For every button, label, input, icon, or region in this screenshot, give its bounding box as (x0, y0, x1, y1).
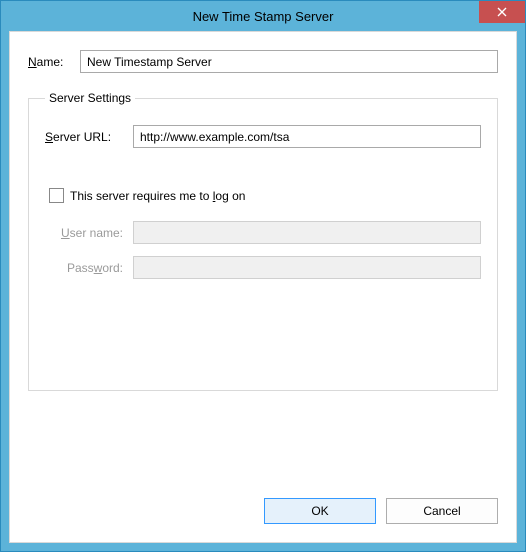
ok-button-label: OK (311, 504, 328, 518)
close-button[interactable] (479, 1, 525, 23)
server-url-label: Server URL: (45, 130, 133, 144)
username-input (133, 221, 481, 244)
logon-checkbox-label: This server requires me to log on (70, 189, 245, 203)
window: New Time Stamp Server Name: Server Setti… (0, 0, 526, 552)
button-row: OK Cancel (264, 498, 498, 524)
server-url-input[interactable] (133, 125, 481, 148)
username-label: User name: (51, 226, 133, 240)
name-row: Name: (28, 50, 498, 73)
titlebar: New Time Stamp Server (1, 1, 525, 31)
cancel-button-label: Cancel (423, 504, 460, 518)
close-icon (497, 7, 507, 17)
password-row: Password: (51, 256, 481, 279)
name-label: Name: (28, 55, 80, 69)
name-input[interactable] (80, 50, 498, 73)
window-title: New Time Stamp Server (1, 9, 525, 24)
logon-checkbox-row: This server requires me to log on (49, 188, 481, 203)
server-settings-group: Server Settings Server URL: This server … (28, 91, 498, 391)
server-settings-legend: Server Settings (45, 91, 135, 105)
password-label: Password: (51, 261, 133, 275)
ok-button[interactable]: OK (264, 498, 376, 524)
username-row: User name: (51, 221, 481, 244)
password-input (133, 256, 481, 279)
server-url-row: Server URL: (45, 125, 481, 148)
client-area: Name: Server Settings Server URL: This s… (9, 31, 517, 543)
logon-checkbox[interactable] (49, 188, 64, 203)
cancel-button[interactable]: Cancel (386, 498, 498, 524)
